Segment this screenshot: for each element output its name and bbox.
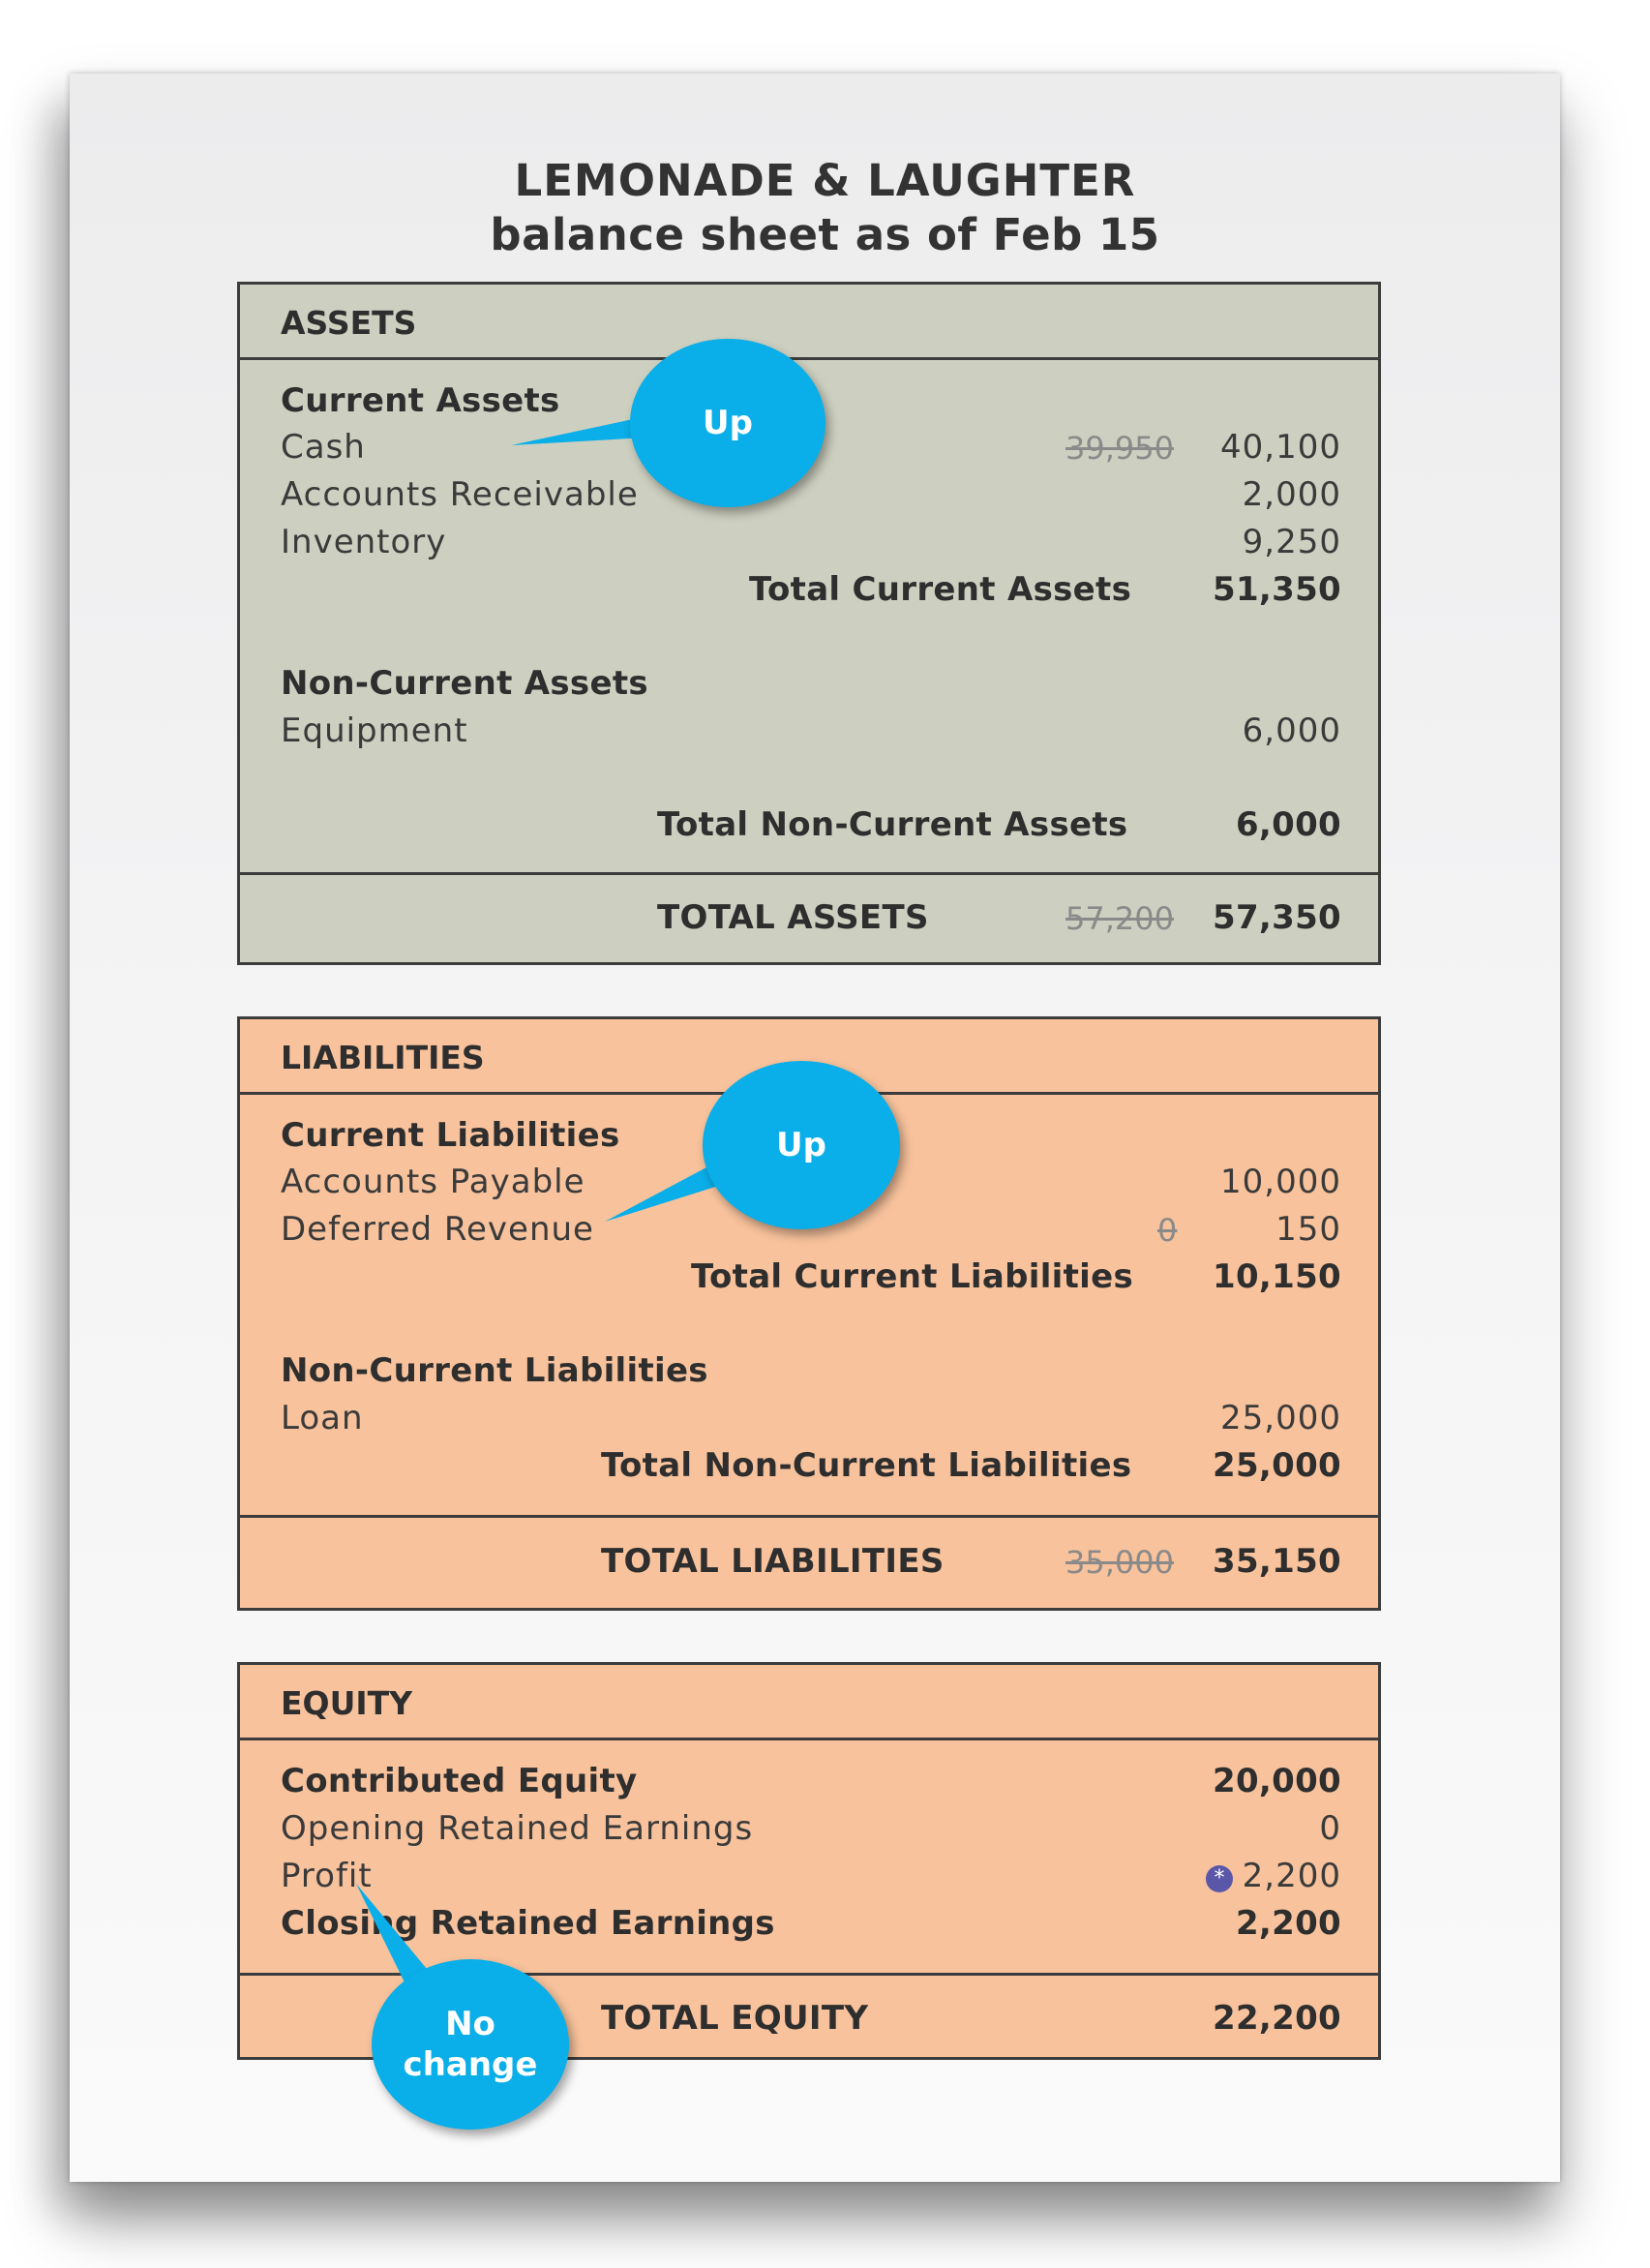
contributed-equity-value: 20,000 [1212, 1762, 1341, 1800]
equity-header: EQUITY [240, 1665, 1378, 1740]
deferred-revenue-old-value: 0 [1157, 1212, 1178, 1249]
total-liabilities-label: TOTAL LIABILITIES [601, 1542, 945, 1581]
liabilities-divider [240, 1515, 1378, 1518]
total-current-liabilities-label: Total Current Liabilities [691, 1257, 1134, 1296]
accounts-receivable-value: 2,000 [1242, 475, 1341, 514]
profit-label: Profit [281, 1857, 373, 1895]
total-non-current-assets-value: 6,000 [1235, 805, 1341, 844]
total-current-assets-label: Total Current Assets [749, 570, 1132, 609]
contributed-equity-label: Contributed Equity [281, 1762, 638, 1800]
accounts-payable-value: 10,000 [1220, 1163, 1341, 1201]
cash-callout-text: Up [703, 404, 753, 442]
total-equity-value: 22,200 [1212, 1999, 1341, 2038]
assets-divider [240, 872, 1378, 875]
asterisk-marker-icon: * [1206, 1865, 1233, 1892]
opening-retained-earnings-value: 0 [1319, 1809, 1341, 1848]
cash-label: Cash [281, 428, 366, 467]
loan-value: 25,000 [1220, 1399, 1341, 1437]
loan-label: Loan [281, 1399, 364, 1437]
total-liabilities-old-value: 35,000 [1065, 1544, 1174, 1581]
deferred-revenue-label: Deferred Revenue [281, 1210, 594, 1249]
total-current-liabilities-value: 10,150 [1212, 1257, 1341, 1296]
current-assets-heading: Current Assets [281, 381, 560, 420]
total-liabilities-value: 35,150 [1212, 1542, 1341, 1581]
closing-retained-earnings-value: 2,200 [1235, 1904, 1341, 1943]
total-non-current-assets-label: Total Non-Current Assets [657, 805, 1128, 844]
cash-old-value: 39,950 [1065, 430, 1174, 467]
assets-header: ASSETS [240, 285, 1378, 360]
total-assets-label: TOTAL ASSETS [657, 898, 929, 937]
cash-value: 40,100 [1220, 428, 1341, 467]
total-non-current-liabilities-label: Total Non-Current Liabilities [601, 1446, 1132, 1485]
opening-retained-earnings-label: Opening Retained Earnings [281, 1809, 754, 1848]
total-assets-old-value: 57,200 [1065, 900, 1174, 937]
profit-callout-text-line1: No [445, 2005, 495, 2043]
deferred-revenue-callout-bubble: Up [703, 1061, 900, 1229]
deferred-revenue-value: 150 [1275, 1210, 1341, 1249]
current-liabilities-heading: Current Liabilities [281, 1116, 620, 1155]
equipment-value: 6,000 [1242, 711, 1341, 750]
profit-value: 2,200 [1242, 1857, 1341, 1895]
assets-header-label: ASSETS [281, 304, 417, 342]
equity-header-label: EQUITY [281, 1684, 413, 1722]
total-current-assets-value: 51,350 [1212, 570, 1341, 609]
inventory-value: 9,250 [1242, 523, 1341, 561]
total-non-current-liabilities-value: 25,000 [1212, 1446, 1341, 1485]
deferred-revenue-callout-text: Up [776, 1126, 826, 1164]
profit-callout-bubble: No change [372, 1959, 569, 2130]
profit-callout-text-line2: change [403, 2045, 538, 2084]
total-equity-label: TOTAL EQUITY [601, 1999, 869, 2038]
inventory-label: Inventory [281, 523, 447, 561]
company-title: LEMONADE & LAUGHTER [514, 155, 1136, 206]
non-current-liabilities-heading: Non-Current Liabilities [281, 1351, 708, 1390]
sheet-subtitle: balance sheet as of Feb 15 [490, 209, 1160, 260]
accounts-payable-label: Accounts Payable [281, 1163, 585, 1201]
total-assets-value: 57,350 [1212, 898, 1341, 937]
closing-retained-earnings-label: Closing Retained Earnings [281, 1904, 775, 1943]
cash-callout-bubble: Up [630, 339, 825, 507]
non-current-assets-heading: Non-Current Assets [281, 664, 648, 703]
accounts-receivable-label: Accounts Receivable [281, 475, 639, 514]
liabilities-header-label: LIABILITIES [281, 1039, 485, 1076]
equipment-label: Equipment [281, 711, 468, 750]
